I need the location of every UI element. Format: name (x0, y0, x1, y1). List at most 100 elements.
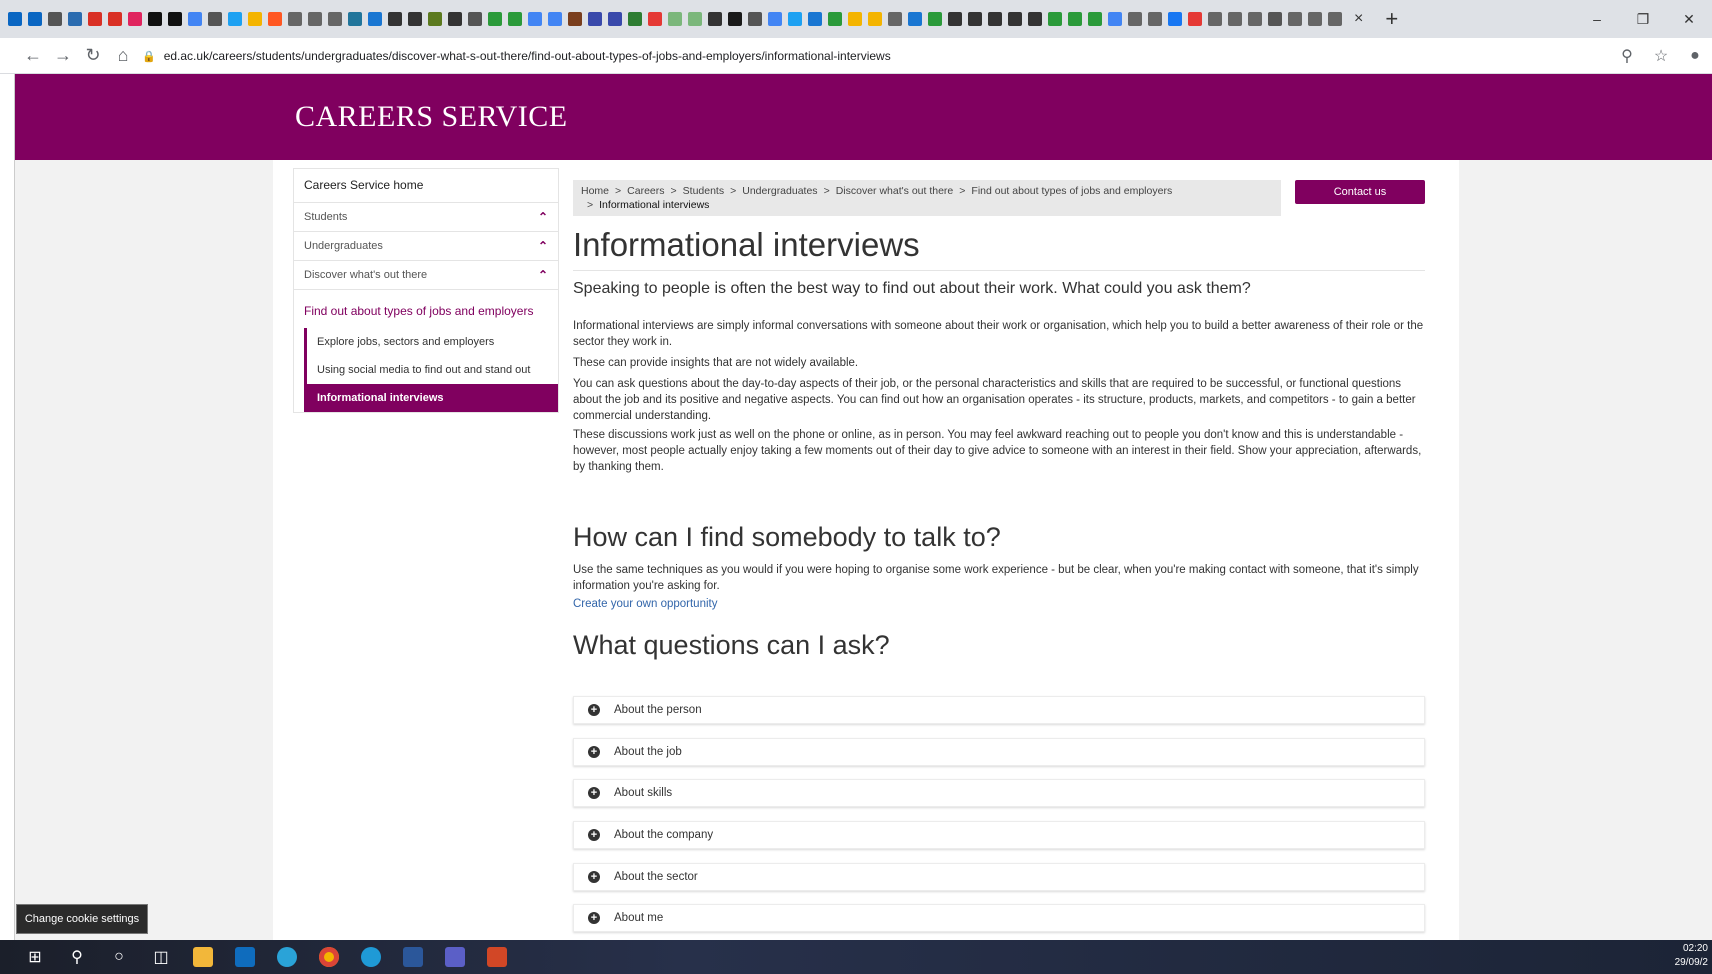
tab-favicon-icon[interactable] (628, 12, 642, 26)
contact-us-button[interactable]: Contact us (1295, 180, 1425, 204)
tab-favicon-icon[interactable] (368, 12, 382, 26)
accordion-about-sector[interactable]: + About the sector (573, 863, 1425, 891)
chrome-icon[interactable] (319, 947, 339, 967)
tab-favicon-icon[interactable] (1028, 12, 1042, 26)
tab-favicon-icon[interactable] (1068, 12, 1082, 26)
tab-favicon-icon[interactable] (808, 12, 822, 26)
file-explorer-icon[interactable] (193, 947, 213, 967)
star-icon[interactable]: ☆ (1644, 46, 1678, 66)
teams-icon[interactable] (445, 947, 465, 967)
tab-favicon-icon[interactable] (1088, 12, 1102, 26)
tab-favicon-icon[interactable] (688, 12, 702, 26)
breadcrumb-item[interactable]: Undergraduates (742, 185, 817, 197)
tab-favicon-icon[interactable] (748, 12, 762, 26)
tab-favicon-icon[interactable] (8, 12, 22, 26)
tab-favicon-icon[interactable] (1188, 12, 1202, 26)
tab-close-icon[interactable]: × (1354, 10, 1363, 28)
word-icon[interactable] (403, 947, 423, 967)
site-title[interactable]: CAREERS SERVICE (295, 100, 568, 134)
tab-favicon-icon[interactable] (268, 12, 282, 26)
tab-favicon-icon[interactable] (468, 12, 482, 26)
tab-favicon-icon[interactable] (1008, 12, 1022, 26)
tab-favicon-icon[interactable] (328, 12, 342, 26)
tab-favicon-icon[interactable] (1328, 12, 1342, 26)
tab-favicon-icon[interactable] (648, 12, 662, 26)
minimize-icon[interactable]: – (1574, 11, 1620, 27)
tab-favicon-icon[interactable] (548, 12, 562, 26)
tab-favicon-icon[interactable] (348, 12, 362, 26)
back-icon[interactable]: ← (18, 45, 48, 66)
tab-favicon-icon[interactable] (1268, 12, 1282, 26)
system-tray-clock[interactable]: 02:20 29/09/2 (1675, 942, 1708, 970)
search-icon[interactable]: ⚲ (56, 947, 98, 967)
breadcrumb-item[interactable]: Discover what's out there (836, 185, 954, 197)
tab-favicon-icon[interactable] (408, 12, 422, 26)
outlook-icon[interactable] (235, 947, 255, 967)
tab-favicon-icon[interactable] (68, 12, 82, 26)
plus-circle-icon[interactable]: + (588, 871, 600, 883)
new-tab-button[interactable]: + (1385, 6, 1398, 32)
task-view-icon[interactable]: ◫ (140, 947, 182, 967)
edge-icon[interactable] (277, 947, 297, 967)
reload-icon[interactable]: ↻ (78, 45, 108, 66)
tab-favicon-icon[interactable] (568, 12, 582, 26)
accordion-about-person[interactable]: + About the person (573, 696, 1425, 724)
accordion-about-me[interactable]: + About me (573, 904, 1425, 932)
restore-icon[interactable]: ❐ (1620, 11, 1666, 28)
tab-favicon-icon[interactable] (168, 12, 182, 26)
tab-favicon-icon[interactable] (608, 12, 622, 26)
tab-favicon-icon[interactable] (828, 12, 842, 26)
tab-favicon-icon[interactable] (448, 12, 462, 26)
tab-favicon-icon[interactable] (148, 12, 162, 26)
tab-favicon-icon[interactable] (668, 12, 682, 26)
tab-favicon-icon[interactable] (908, 12, 922, 26)
chevron-up-icon[interactable]: ⌃ (538, 268, 548, 282)
forward-icon[interactable]: → (48, 45, 78, 66)
tab-favicon-icon[interactable] (28, 12, 42, 26)
tab-favicon-icon[interactable] (248, 12, 262, 26)
tab-favicon-icon[interactable] (128, 12, 142, 26)
tab-favicon-icon[interactable] (1228, 12, 1242, 26)
sidebar-item-explore-jobs[interactable]: Explore jobs, sectors and employers (307, 328, 558, 356)
plus-circle-icon[interactable]: + (588, 912, 600, 924)
tab-favicon-icon[interactable] (588, 12, 602, 26)
tab-favicon-icon[interactable] (1248, 12, 1262, 26)
plus-circle-icon[interactable]: + (588, 704, 600, 716)
tab-favicon-icon[interactable] (988, 12, 1002, 26)
sidebar-current-section[interactable]: Find out about types of jobs and employe… (294, 290, 558, 328)
tab-favicon-icon[interactable] (768, 12, 782, 26)
plus-circle-icon[interactable]: + (588, 829, 600, 841)
powerpoint-icon[interactable] (487, 947, 507, 967)
tab-favicon-icon[interactable] (108, 12, 122, 26)
tab-favicon-icon[interactable] (848, 12, 862, 26)
tab-favicon-icon[interactable] (388, 12, 402, 26)
tab-favicon-icon[interactable] (888, 12, 902, 26)
sidebar-item-students[interactable]: Students ⌃ (294, 203, 558, 232)
tab-favicon-icon[interactable] (1108, 12, 1122, 26)
address-bar[interactable]: 🔒 ed.ac.uk/careers/students/undergraduat… (142, 42, 1612, 70)
tab-favicon-icon[interactable] (1168, 12, 1182, 26)
breadcrumb-item[interactable]: Find out about types of jobs and employe… (971, 185, 1172, 197)
tab-favicon-icon[interactable] (228, 12, 242, 26)
tab-favicon-icon[interactable] (788, 12, 802, 26)
cortana-icon[interactable]: ○ (98, 948, 140, 966)
tab-favicon-icon[interactable] (728, 12, 742, 26)
tab-favicon-icon[interactable] (1288, 12, 1302, 26)
tab-favicon-icon[interactable] (1048, 12, 1062, 26)
tab-favicon-icon[interactable] (868, 12, 882, 26)
tab-favicon-icon[interactable] (288, 12, 302, 26)
chevron-up-icon[interactable]: ⌃ (538, 210, 548, 224)
tab-favicon-icon[interactable] (1128, 12, 1142, 26)
plus-circle-icon[interactable]: + (588, 787, 600, 799)
tab-favicon-icon[interactable] (1308, 12, 1322, 26)
create-opportunity-link[interactable]: Create your own opportunity (573, 598, 717, 610)
plus-circle-icon[interactable]: + (588, 746, 600, 758)
tab-favicon-icon[interactable] (88, 12, 102, 26)
accordion-about-company[interactable]: + About the company (573, 821, 1425, 849)
home-icon[interactable]: ⌂ (108, 45, 138, 66)
sidebar-home-link[interactable]: Careers Service home (294, 169, 558, 203)
tab-favicon-icon[interactable] (188, 12, 202, 26)
tab-favicon-icon[interactable] (948, 12, 962, 26)
tab-favicon-icon[interactable] (968, 12, 982, 26)
profile-icon[interactable]: ● (1678, 47, 1712, 65)
